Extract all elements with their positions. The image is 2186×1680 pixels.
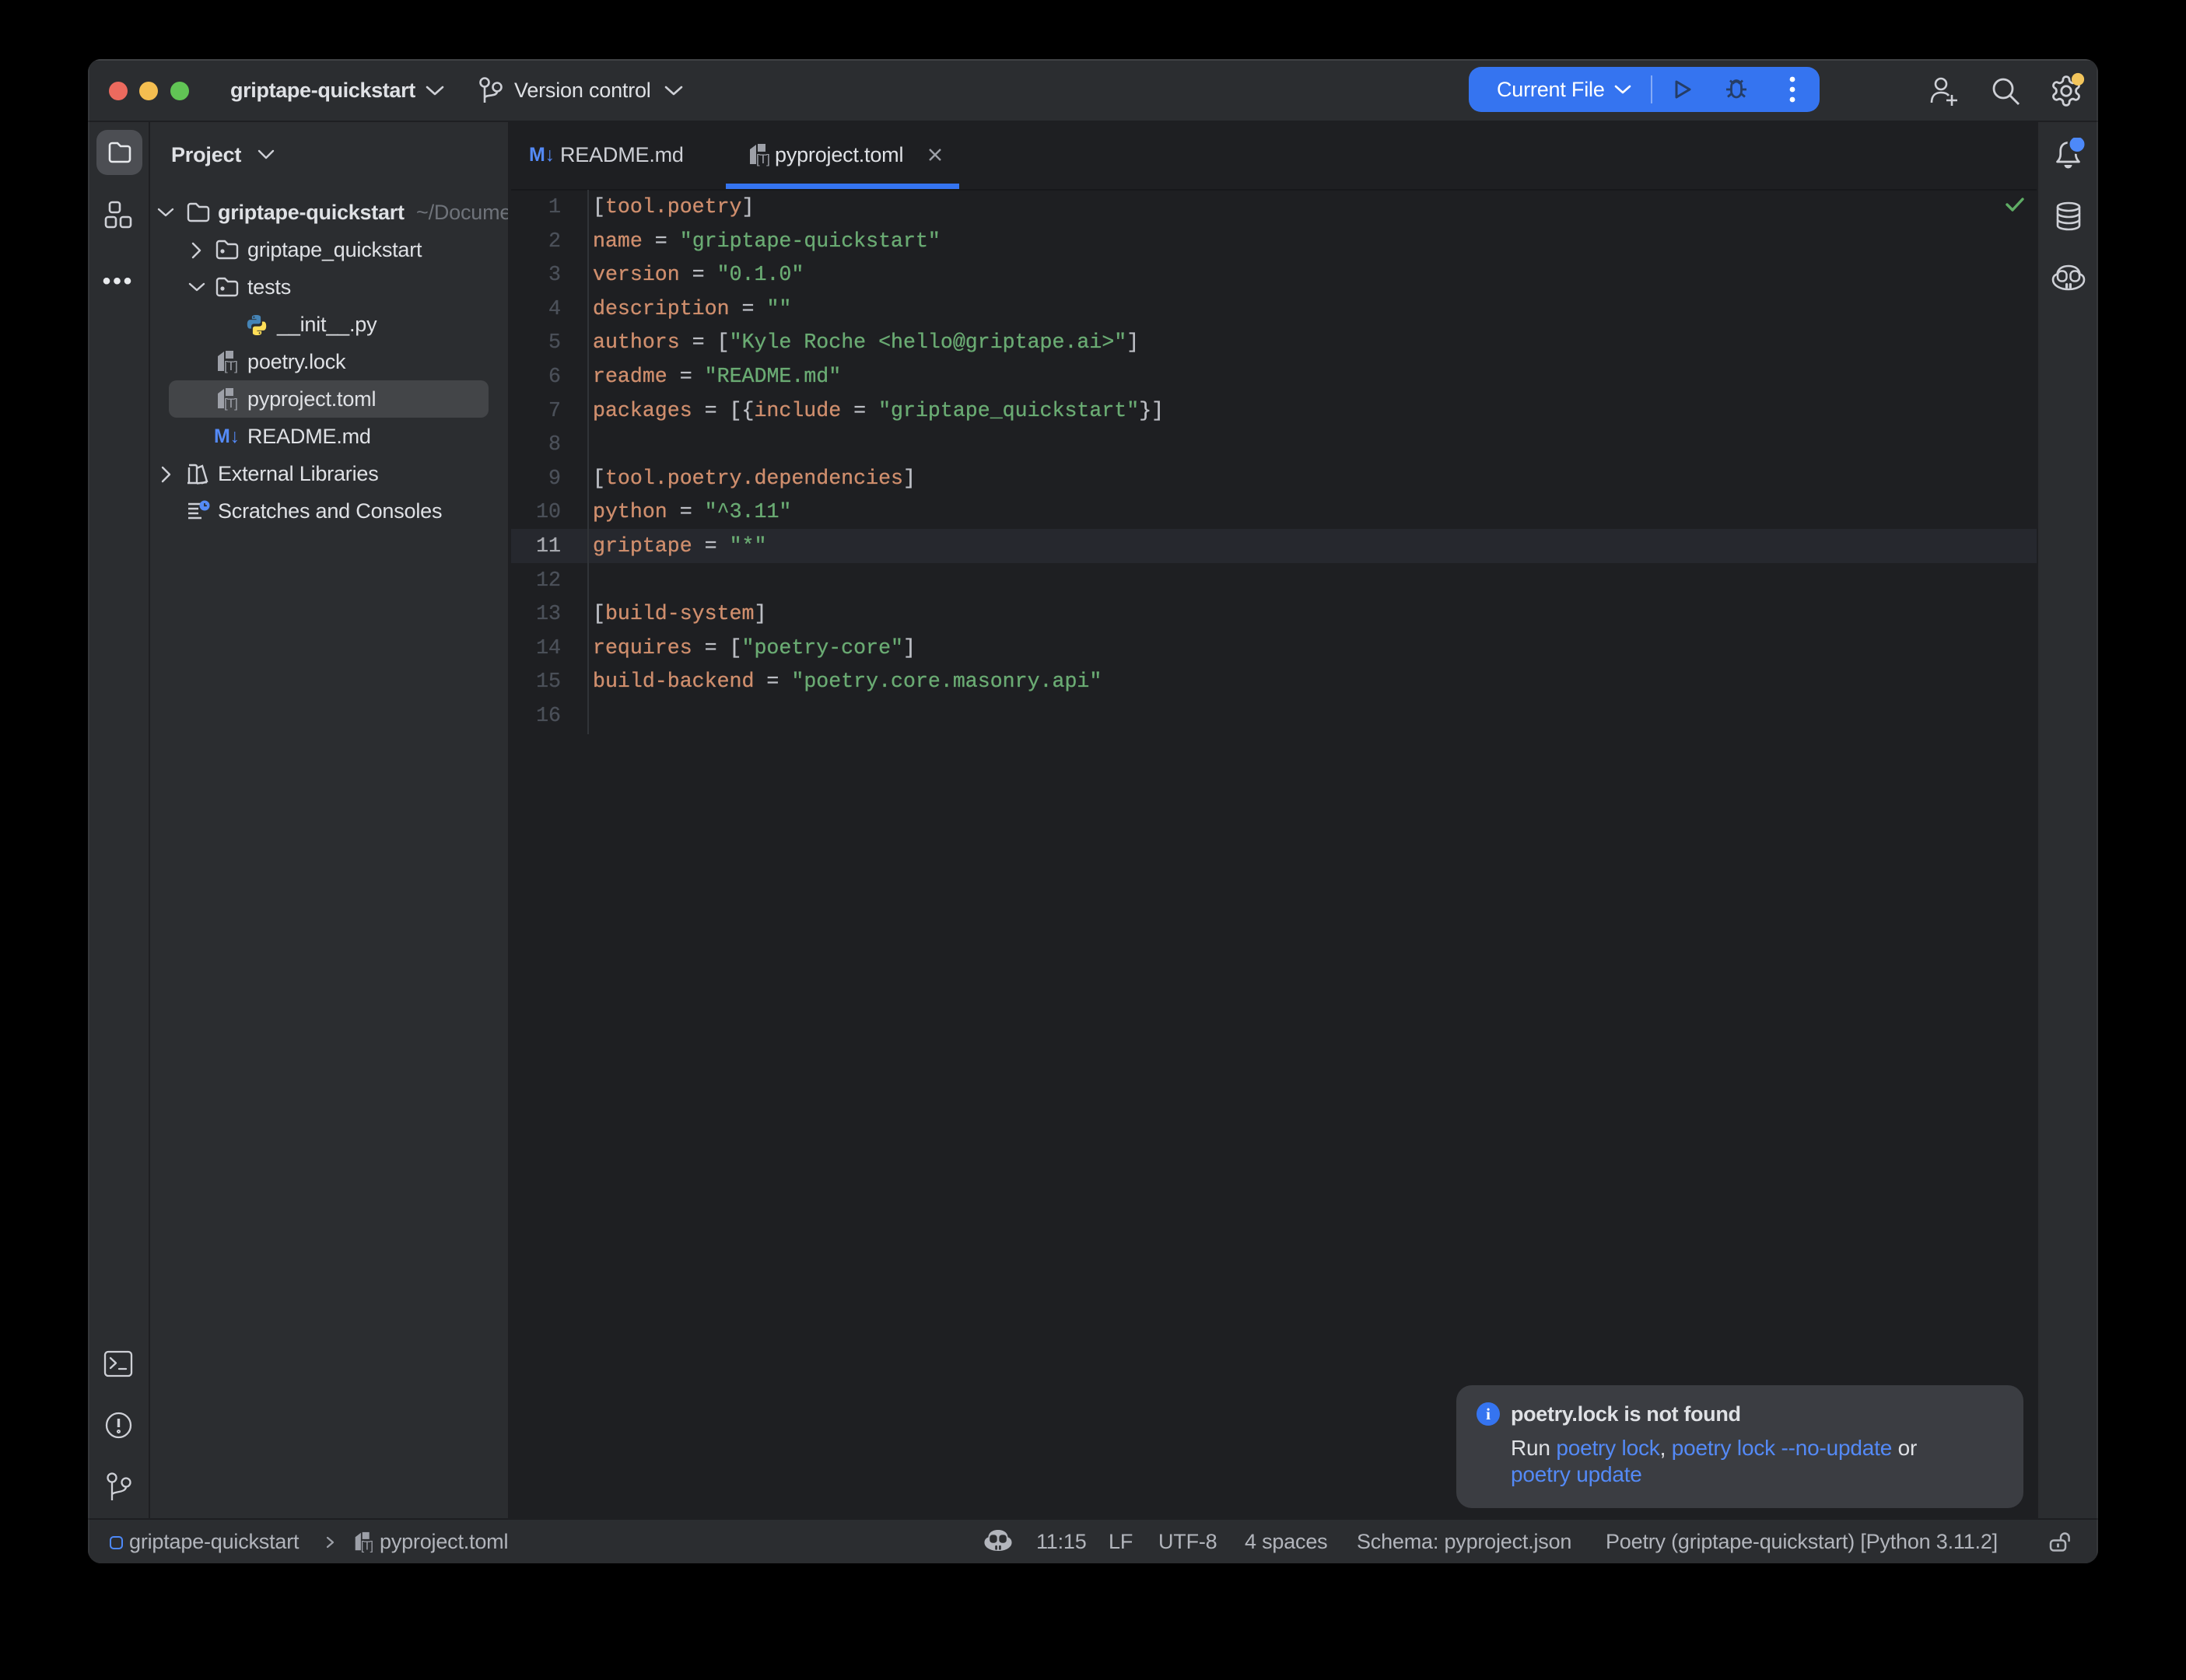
- svg-text:[T]: [T]: [224, 396, 237, 411]
- svg-text:[T]: [T]: [361, 1539, 373, 1552]
- svg-text:[T]: [T]: [224, 359, 237, 373]
- svg-text:[T]: [T]: [756, 152, 769, 166]
